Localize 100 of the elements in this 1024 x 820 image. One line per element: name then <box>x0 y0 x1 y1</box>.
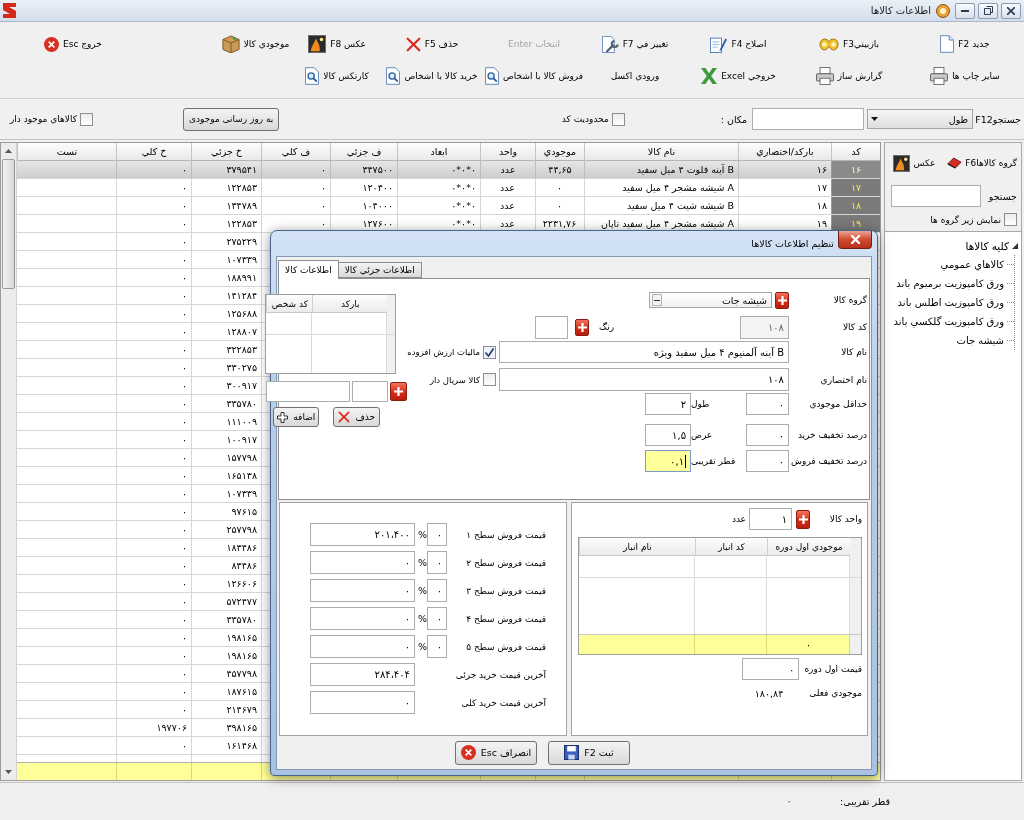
group-button[interactable]: گروه کالاهاF6 <box>946 151 1018 175</box>
column-header[interactable]: بارکد/اختصاري <box>738 143 831 161</box>
add-button[interactable] <box>796 509 810 529</box>
minimize-button[interactable] <box>955 2 975 19</box>
toolbar-button[interactable]: کارتکس کالا <box>303 64 371 88</box>
checkbox[interactable] <box>611 112 625 126</box>
tree-item[interactable]: ورق کامپوزيت برمبوم باند <box>896 274 1014 293</box>
input-field[interactable] <box>535 315 568 339</box>
input-field[interactable]: ۰ <box>746 450 789 472</box>
column-header[interactable]: ابعاد <box>397 143 480 161</box>
table-cell: ۱۸ <box>831 197 880 214</box>
add-button[interactable] <box>575 318 589 336</box>
tree-item[interactable]: کليه کالاها <box>965 236 1018 255</box>
expanded-triangle-icon[interactable] <box>1012 242 1018 249</box>
column-header[interactable]: کد شخص <box>266 295 313 313</box>
column-header[interactable]: تست <box>17 143 116 161</box>
input-field[interactable]: ۰ <box>310 551 415 574</box>
input-field[interactable]: ۱,۵ <box>645 424 691 446</box>
input-field[interactable]: ۰ <box>427 523 447 546</box>
input-field[interactable] <box>752 108 865 130</box>
add-button[interactable]: اضافه <box>273 407 320 427</box>
close-button[interactable] <box>1001 2 1021 19</box>
toolbar-button[interactable]: موجودي کالا <box>219 32 292 56</box>
close-button[interactable] <box>838 231 872 249</box>
column-header[interactable]: خ جزئي <box>191 143 261 161</box>
checkbox[interactable] <box>483 373 496 386</box>
input-field[interactable]: ۲ <box>645 393 691 415</box>
column-header[interactable]: کد <box>831 143 880 161</box>
add-button[interactable] <box>775 291 789 309</box>
tree-item[interactable]: ورق کامپوزيت اطلس باند <box>897 293 1014 312</box>
table-row[interactable]: ۱۶ ۱۶ B آينه فلوت ۴ ميل سفيد ۴۴,۶۵ عدد ۰*۰*۰ ۳۴۷۵۰۰ ۰ ۳۷۹۵۴۱ ۰ <box>17 161 880 179</box>
input-field[interactable]: ۲۰۱،۴۰۰ <box>310 523 415 546</box>
input-field[interactable]: ۱۰۸ <box>499 368 789 391</box>
input-field[interactable]: ۱ <box>749 508 792 530</box>
input-field[interactable] <box>352 381 389 402</box>
tree-item[interactable]: کالاهاي عمومي <box>940 255 1014 274</box>
dropdown[interactable]: شيشه جات <box>649 292 772 308</box>
checkbox[interactable] <box>483 345 496 359</box>
cancel-button[interactable]: انصراف Esc <box>455 740 537 765</box>
dropdown-button[interactable] <box>652 294 662 306</box>
toolbar-button[interactable]: خروجي Excel <box>699 64 778 88</box>
photo-button[interactable]: عکس <box>892 151 937 175</box>
toolbar-button[interactable]: فروش کالا با اشخاص <box>482 64 586 88</box>
column-header[interactable]: نام انبار <box>579 538 695 556</box>
input-field[interactable]: ۲۸۴،۴۰۴ <box>310 663 415 686</box>
scroll-thumb[interactable] <box>2 159 15 289</box>
input-field[interactable]: ۰,۱ <box>645 450 691 472</box>
toolbar-button[interactable]: بازبينيF3 <box>817 32 881 56</box>
restore-button[interactable] <box>978 2 998 19</box>
table-row[interactable]: ۱۸ ۱۸ B شيشه شيت ۴ ميل سفيد ۰ عدد ۰*۰*۰ ۱۰۴۰۰۰ ۰ ۱۳۴۷۸۹ ۰ <box>17 197 880 215</box>
column-header[interactable]: موجودي اول دوره <box>767 538 850 556</box>
tree-item[interactable]: شيشه جات <box>956 331 1014 350</box>
input-field[interactable]: ۰ <box>310 579 415 602</box>
input-field[interactable]: ۰ <box>427 607 447 630</box>
input-field[interactable]: ۰ <box>427 551 447 574</box>
column-header[interactable]: موجودي <box>535 143 584 161</box>
toolbar-button[interactable]: خروج Esc <box>42 32 104 56</box>
scrollbar[interactable] <box>1 143 17 780</box>
checkbox[interactable] <box>1004 213 1017 226</box>
input-field[interactable]: ۰ <box>746 424 789 446</box>
toolbar-button[interactable]: گزارش ساز <box>813 64 885 88</box>
toolbar-button[interactable]: عکس F8 <box>306 32 368 56</box>
tree-item[interactable]: ورق کامپوزيت گلکسي باند <box>893 312 1014 331</box>
column-header[interactable]: کد انبار <box>695 538 767 556</box>
input-field[interactable]: ۰ <box>746 393 789 415</box>
input-field[interactable]: ۰ <box>427 635 447 658</box>
document-search-icon <box>305 67 320 85</box>
search-field[interactable] <box>890 185 981 207</box>
toolbar-button[interactable]: ساير چاپ ها <box>928 64 1002 88</box>
update-button[interactable]: به روز رسانی موجودی <box>182 107 280 131</box>
column-header[interactable]: خ کلي <box>116 143 191 161</box>
tab[interactable]: اطلاعات جزئي کالا <box>337 262 422 278</box>
toolbar-button[interactable]: جديد F2 <box>938 32 992 56</box>
scroll-down-arrow-icon[interactable] <box>5 770 12 774</box>
add-button[interactable] <box>390 382 408 401</box>
checkbox[interactable] <box>79 112 93 126</box>
input-field[interactable]: ۰ <box>310 607 415 630</box>
column-header[interactable]: ف جزئي <box>330 143 397 161</box>
input-field[interactable]: ۰ <box>310 691 415 714</box>
input-field[interactable]: ۰ <box>742 658 800 680</box>
box-icon <box>221 35 240 53</box>
save-button[interactable]: ثبت F2 <box>548 740 630 765</box>
toolbar-button[interactable]: اصلاح F4 <box>708 32 769 56</box>
column-header[interactable]: ف کلي <box>261 143 330 161</box>
input-field[interactable]: ۰ <box>427 579 447 602</box>
toolbar-button[interactable]: تغيير في F7 <box>599 32 671 56</box>
dropdown[interactable]: طول <box>867 109 974 129</box>
scroll-up-arrow-icon[interactable] <box>5 149 12 153</box>
toolbar-button[interactable]: ورودي اکسل <box>608 64 662 88</box>
table-row[interactable]: ۱۷ ۱۷ A شيشه مشجر ۴ ميل سفيد ۰ عدد ۰*۰*۰ ۱۲۰۴۰۰ ۰ ۱۲۲۸۵۳ ۰ <box>17 179 880 197</box>
input-field[interactable] <box>266 381 351 402</box>
input-field[interactable]: B آينه آلمنيوم ۴ ميل سفيد ويژه <box>499 341 789 363</box>
toolbar-button[interactable]: خريد کالا با اشخاص <box>384 64 480 88</box>
column-header[interactable]: واحد <box>480 143 535 161</box>
toolbar-button[interactable]: حذف F5 <box>403 32 461 56</box>
tab[interactable]: اطلاعات کالا <box>278 260 339 279</box>
column-header[interactable]: نام کالا <box>584 143 738 161</box>
column-header[interactable]: بارکد <box>312 295 388 313</box>
delete-button[interactable]: حذف <box>333 407 381 427</box>
input-field[interactable]: ۰ <box>310 635 415 658</box>
